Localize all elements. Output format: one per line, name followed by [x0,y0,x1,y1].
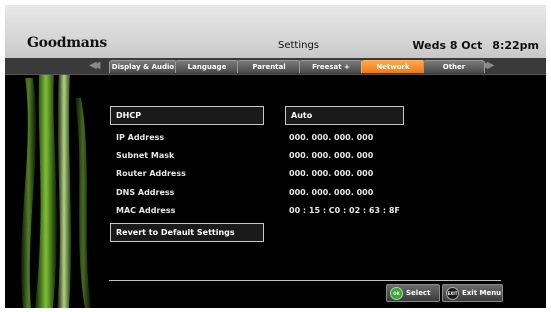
tab-network[interactable]: Network [361,60,425,73]
tab-parental[interactable]: Parental [237,60,301,73]
date-text: Weds 8 Oct [412,39,483,52]
date-time: Weds 8 Oct 8:22pm [406,39,539,52]
tab-display-audio[interactable]: Display & Audio [109,60,177,73]
tab-freesat[interactable]: Freesat + [299,60,363,73]
revert-defaults-button[interactable]: Revert to Default Settings [110,223,264,242]
revert-defaults-label: Revert to Default Settings [116,228,235,237]
brand-logo: Goodmans [27,35,107,51]
dhcp-label: DHCP [116,111,142,120]
mac-address-value: 00 : 15 : C0 : 02 : 63 : 8F [289,206,400,215]
subnet-mask-label: Subnet Mask [116,151,175,160]
exit-menu-label: Exit Menu [462,289,502,297]
subnet-mask-value: 000. 000. 000. 000 [289,151,374,160]
dhcp-field[interactable]: DHCP [110,106,264,125]
time-text: 8:22pm [492,39,539,52]
tab-prev-arrow-icon[interactable]: ◀◀ [89,60,101,72]
page-title: Settings [278,40,320,51]
router-address-value: 000. 000. 000. 000 [289,169,374,178]
select-label: Select [406,289,431,297]
footer-divider [109,280,501,281]
exit-icon: EXIT [446,287,459,300]
mac-address-label: MAC Address [116,206,176,215]
tv-screen: Goodmans Settings Weds 8 Oct 8:22pm ◀◀ ▶… [5,5,546,308]
leaf-graphic-icon [21,58,91,308]
dhcp-value: Auto [291,111,313,120]
tab-language[interactable]: Language [175,60,239,73]
select-button[interactable]: OK Select [386,284,440,302]
ok-icon: OK [390,287,403,300]
exit-menu-button[interactable]: EXIT Exit Menu [442,284,503,302]
dhcp-select[interactable]: Auto [285,106,404,125]
tab-other[interactable]: Other [423,60,485,73]
router-address-label: Router Address [116,169,186,178]
dns-address-value: 000. 000. 000. 000 [289,188,374,197]
ip-address-label: IP Address [116,133,165,142]
ip-address-value: 000. 000. 000. 000 [289,133,374,142]
header-bar: Goodmans Settings Weds 8 Oct 8:22pm [5,5,546,58]
dns-address-label: DNS Address [116,188,175,197]
